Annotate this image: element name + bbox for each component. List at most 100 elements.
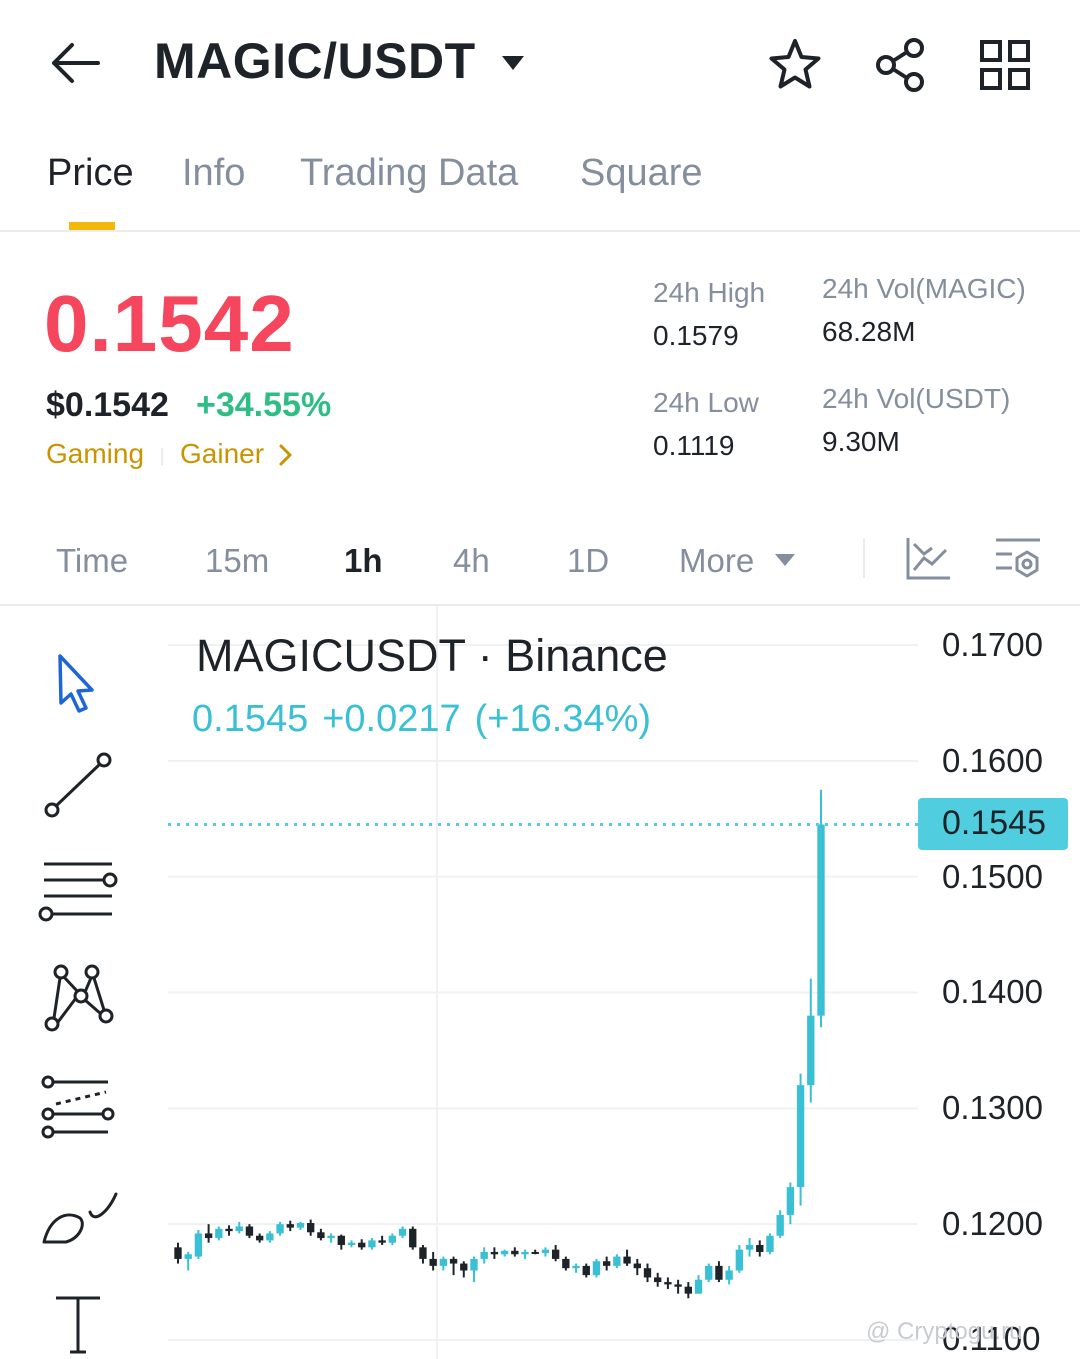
interval-more[interactable]: More [679, 542, 754, 580]
tab-trading-data[interactable]: Trading Data [300, 152, 518, 195]
tab-price[interactable]: Price [47, 152, 134, 195]
interval-time[interactable]: Time [56, 542, 128, 580]
candle [633, 1258, 641, 1276]
candle-body [745, 1245, 754, 1250]
candle-body [490, 1251, 499, 1255]
candle-body [204, 1233, 213, 1239]
indicator-chart-icon[interactable] [904, 534, 952, 582]
candle [745, 1238, 754, 1257]
interval-bar: Time 15m 1h 4h 1D More [0, 520, 1080, 606]
candle-body [572, 1265, 580, 1269]
candle-body [623, 1256, 631, 1264]
candle-body [470, 1258, 478, 1271]
candle-body [409, 1228, 417, 1248]
candle-body [766, 1235, 774, 1252]
candle-body [817, 824, 825, 1016]
candle [317, 1228, 325, 1241]
candle [756, 1240, 764, 1257]
pattern-icon[interactable] [36, 964, 120, 1048]
candle [684, 1282, 692, 1299]
watermark: @ Cryptogu.ru [866, 1318, 1023, 1345]
candle-body [307, 1223, 315, 1233]
candle [786, 1182, 795, 1225]
trend-line-icon[interactable] [36, 746, 120, 830]
stat-vol-base-value: 68.28M [822, 316, 916, 347]
candle-body [654, 1277, 662, 1283]
candle [807, 978, 815, 1103]
interval-1h[interactable]: 1h [344, 542, 383, 580]
candle [572, 1263, 580, 1273]
candle [521, 1249, 529, 1259]
candle-body [674, 1284, 682, 1287]
chart-settings-icon[interactable] [994, 534, 1042, 582]
brush-icon[interactable] [36, 1184, 120, 1268]
tag-gaming[interactable]: Gaming [46, 438, 144, 470]
chevron-right-icon[interactable] [276, 442, 296, 468]
candle-body [215, 1228, 223, 1239]
candle-body [378, 1240, 386, 1243]
tab-info[interactable]: Info [182, 152, 245, 195]
candle-body [705, 1265, 713, 1280]
candle-body [347, 1242, 356, 1246]
candle-body [786, 1187, 795, 1215]
y-axis-tick: 0.1500 [942, 858, 1043, 895]
channel-icon[interactable] [36, 1074, 120, 1158]
share-icon[interactable] [872, 36, 930, 94]
caret-down-icon[interactable] [500, 52, 526, 74]
candle [194, 1229, 203, 1259]
last-price-tag-value: 0.1545 [942, 804, 1046, 842]
y-axis-tick: 0.1400 [942, 973, 1043, 1010]
candle-body [541, 1249, 550, 1254]
candle [347, 1240, 356, 1248]
star-icon[interactable] [766, 36, 824, 94]
text-icon[interactable] [36, 1284, 120, 1359]
candle [500, 1249, 509, 1257]
candle [674, 1279, 682, 1294]
chart-area[interactable]: MAGICUSDT · Binance 0.1545 +0.0217 (+16.34… [0, 606, 1080, 1359]
candle-body [592, 1261, 601, 1276]
candle-body [613, 1256, 621, 1266]
candle-body [174, 1247, 182, 1259]
candle [705, 1263, 713, 1283]
candle [337, 1234, 345, 1250]
candle-body [194, 1233, 203, 1257]
fib-lines-icon[interactable] [36, 856, 120, 940]
grid-icon[interactable] [976, 36, 1034, 94]
candle-body [419, 1247, 427, 1259]
arrow-left-icon[interactable] [48, 38, 102, 88]
candle [368, 1238, 376, 1250]
candle [266, 1231, 274, 1243]
candle-body [684, 1286, 692, 1294]
stat-vol-quote-value: 9.30M [822, 426, 900, 457]
candle-body [715, 1265, 723, 1280]
tag-divider [161, 448, 163, 466]
candle [725, 1265, 733, 1285]
candle [460, 1261, 468, 1278]
candle [255, 1233, 264, 1243]
candle-body [255, 1235, 264, 1241]
candle [643, 1263, 652, 1283]
cursor-icon[interactable] [36, 646, 120, 730]
stat-vol-quote-label: 24h Vol(USDT) [822, 383, 1011, 414]
candle [623, 1249, 631, 1266]
candle-body [398, 1228, 407, 1236]
caret-down-icon[interactable] [774, 552, 796, 568]
candle [531, 1249, 539, 1255]
candle-body [337, 1235, 345, 1246]
candle [470, 1256, 478, 1283]
candle [174, 1242, 182, 1264]
tag-gainer[interactable]: Gainer [180, 438, 264, 470]
pair-title[interactable]: MAGIC/USDT [154, 32, 476, 90]
candle-body [460, 1263, 468, 1271]
candle [184, 1251, 192, 1271]
interval-15m[interactable]: 15m [205, 542, 269, 580]
tab-square[interactable]: Square [580, 152, 703, 195]
candle [562, 1256, 570, 1271]
last-price: 0.1542 [44, 279, 295, 368]
interval-1d[interactable]: 1D [567, 542, 609, 580]
candle [358, 1239, 366, 1250]
candle-body [531, 1251, 539, 1254]
interval-4h[interactable]: 4h [453, 542, 490, 580]
candle [766, 1233, 774, 1255]
candle [286, 1220, 294, 1232]
